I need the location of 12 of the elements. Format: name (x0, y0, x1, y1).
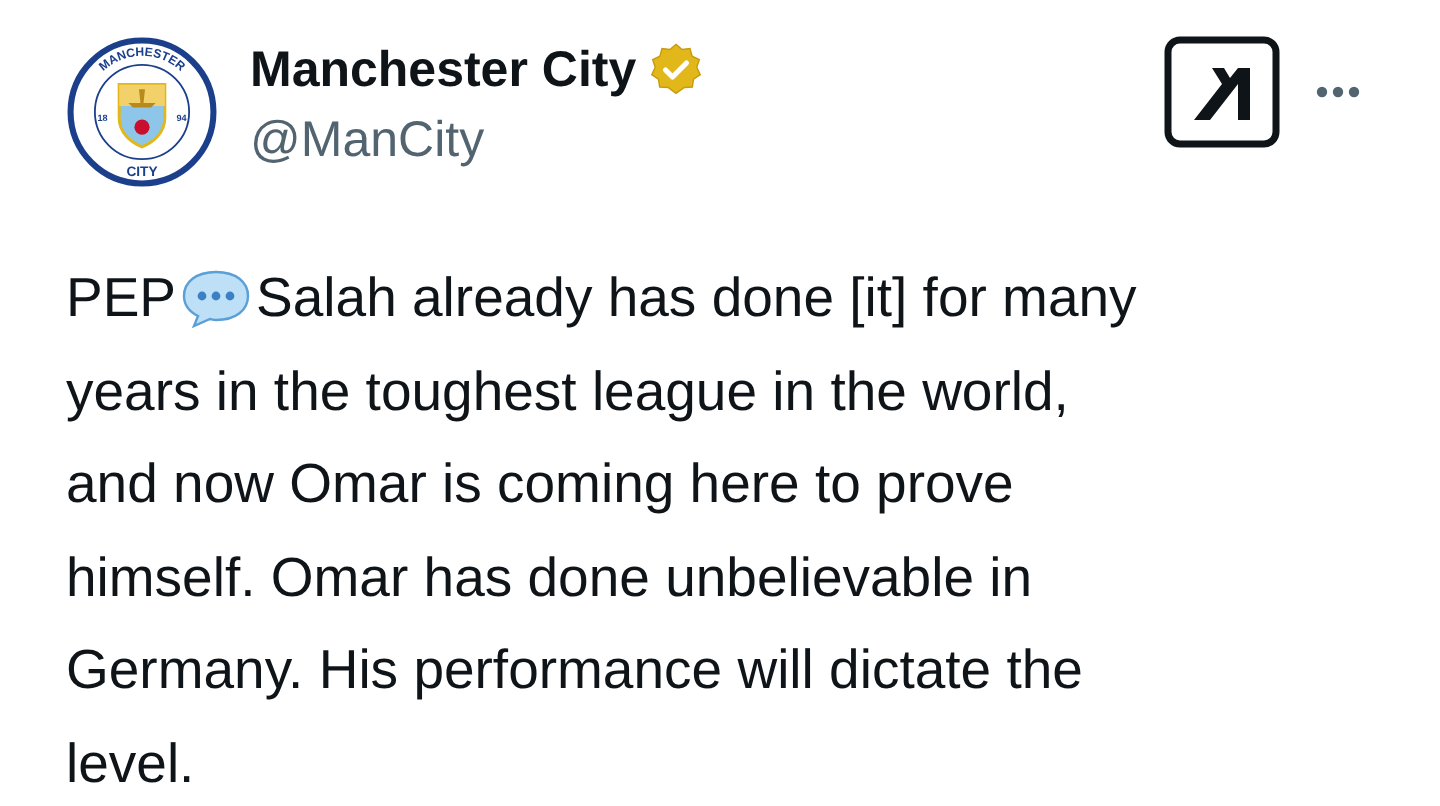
tweet-text: and now Omar is coming here to prove (66, 450, 1014, 519)
tweet-text: years in the toughest league in the world, (66, 357, 1069, 426)
tweet-text: himself. Omar has done unbelievable in (66, 543, 1033, 612)
tweet-text: PEP (66, 264, 177, 332)
tweet-text: level. (66, 729, 195, 798)
more-options-icon[interactable] (1316, 86, 1360, 98)
tweet-text: Germany. His performance will dictate the (66, 636, 1083, 705)
x-logo-icon[interactable] (1164, 36, 1280, 148)
user-handle[interactable]: @ManCity (250, 104, 705, 176)
display-name[interactable]: Manchester City (250, 36, 637, 104)
tweet-text: Salah already has done [it] for many (256, 264, 1137, 332)
speech-bubble-icon (180, 268, 253, 329)
